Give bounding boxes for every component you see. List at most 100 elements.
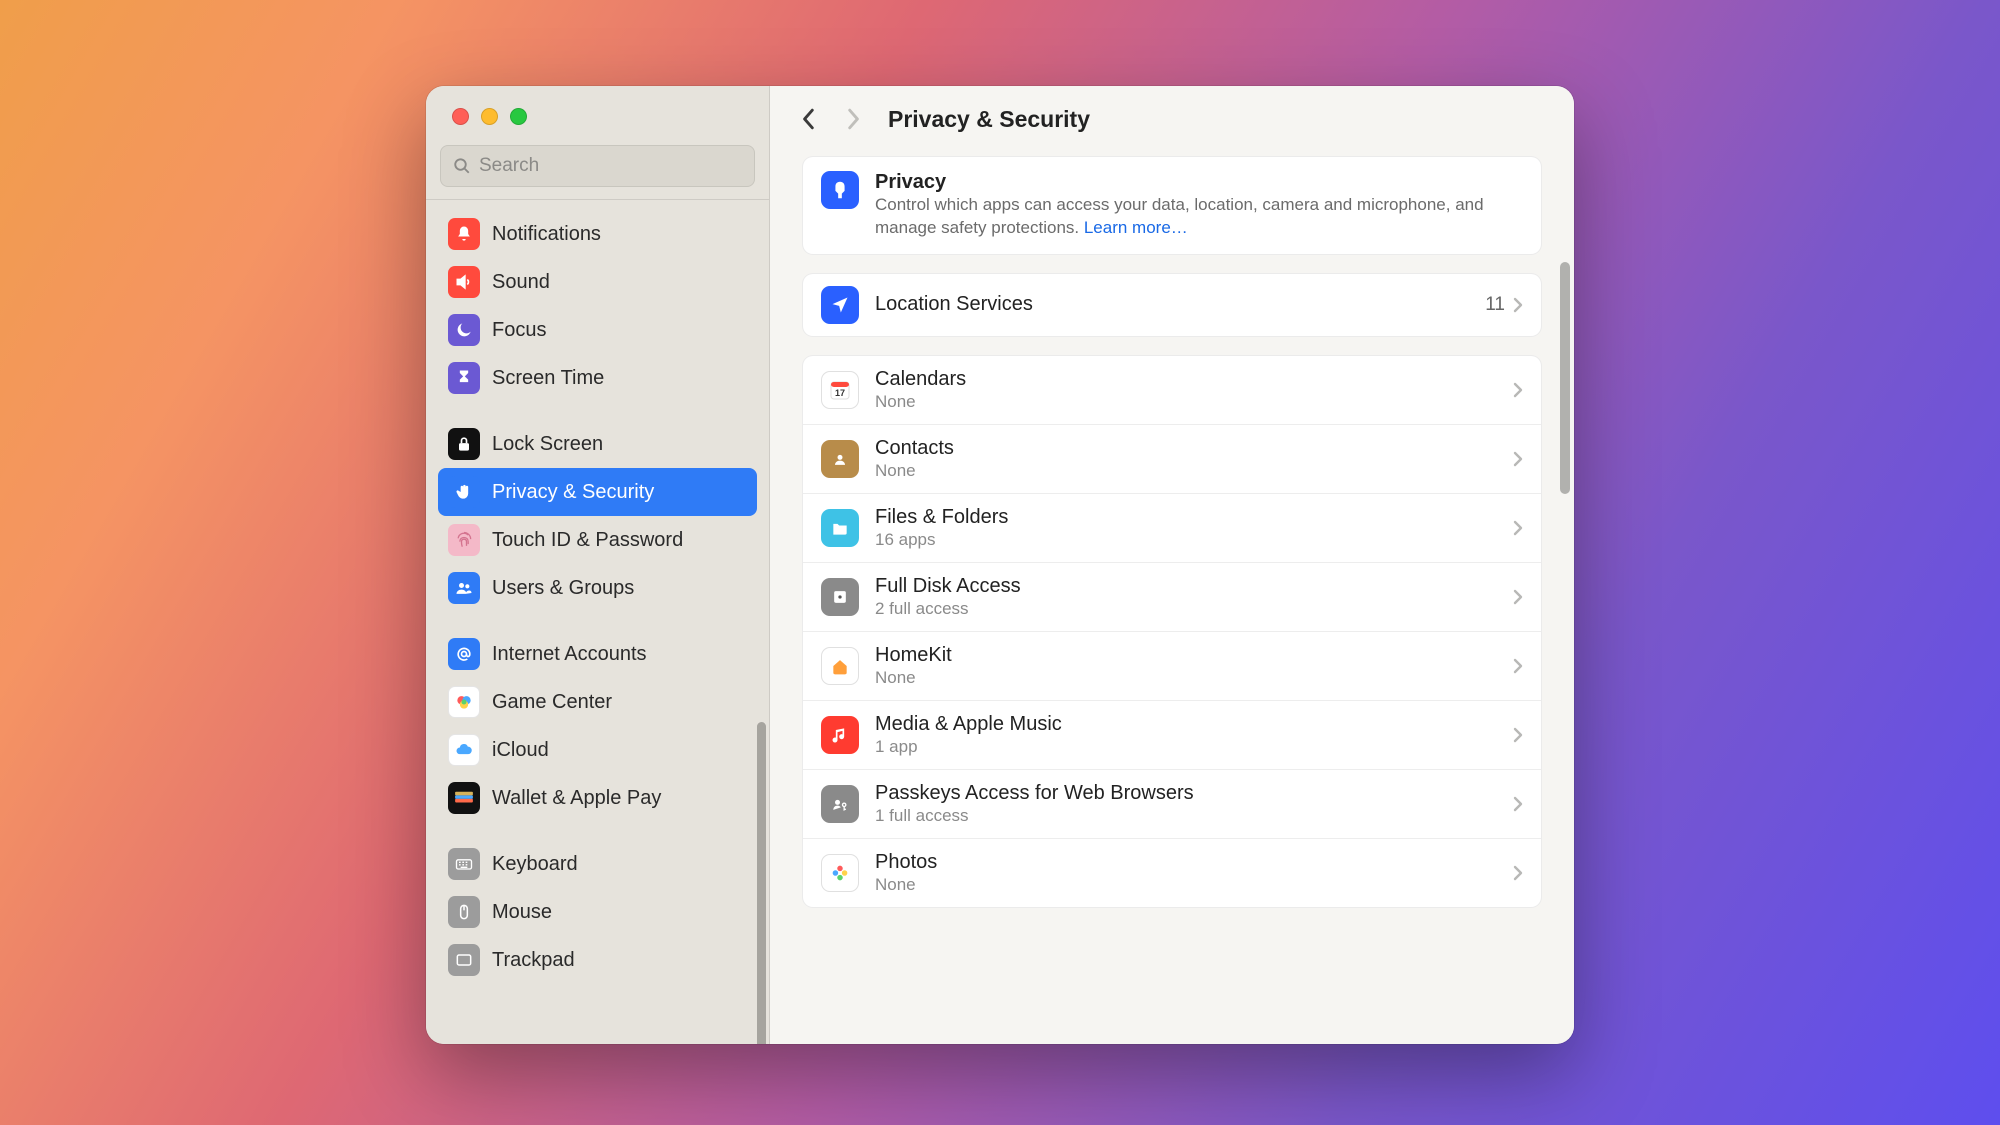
privacy-row-contacts[interactable]: ContactsNone [803,424,1541,493]
search-field[interactable] [440,145,755,187]
lock-icon [448,428,480,460]
sidebar-item-notifications[interactable]: Notifications [438,210,757,258]
privacy-row-homekit[interactable]: HomeKitNone [803,631,1541,700]
privacy-summary-desc: Control which apps can access your data,… [875,194,1523,240]
sidebar-item-screen-time[interactable]: Screen Time [438,354,757,402]
sidebar-item-lock-screen[interactable]: Lock Screen [438,420,757,468]
privacy-row-passkeys-access-for-web-browsers[interactable]: Passkeys Access for Web Browsers1 full a… [803,769,1541,838]
sidebar-item-label: Touch ID & Password [492,529,683,552]
folder-icon [821,509,859,547]
row-subtitle: 16 apps [875,530,1513,550]
row-subtitle: None [875,875,1513,895]
sidebar-item-privacy-security[interactable]: Privacy & Security [438,468,757,516]
privacy-items-card: 17CalendarsNoneContactsNoneFiles & Folde… [802,355,1542,908]
row-title: Calendars [875,368,1513,391]
row-title: HomeKit [875,644,1513,667]
sidebar-nav: Notifications Sound FocusScreen Time Lock S… [426,199,769,1044]
sidebar-item-label: Internet Accounts [492,643,647,666]
sidebar-item-mouse[interactable]: Mouse [438,888,757,936]
wallet-icon [448,782,480,814]
row-subtitle: None [875,461,1513,481]
sidebar-scrollbar[interactable] [757,722,766,1044]
cloud-icon [448,734,480,766]
mouse-icon [448,896,480,928]
location-icon [821,286,859,324]
chevron-right-icon [1513,727,1523,743]
sidebar-item-label: Privacy & Security [492,481,654,504]
sidebar-item-game-center[interactable]: Game Center [438,678,757,726]
settings-window: Notifications Sound FocusScreen Time Lock S… [426,86,1574,1044]
content-header: Privacy & Security [770,86,1574,152]
row-subtitle: None [875,392,1513,412]
calendar-icon: 17 [821,371,859,409]
chevron-right-icon [1513,520,1523,536]
users-icon [448,572,480,604]
chevron-right-icon [1513,589,1523,605]
content-body: Privacy Control which apps can access yo… [770,152,1574,1044]
search-icon [453,157,471,175]
svg-text:17: 17 [835,388,845,398]
disk-icon [821,578,859,616]
location-services-row[interactable]: Location Services 11 [803,274,1541,336]
forward-button[interactable] [838,99,868,139]
privacy-row-photos[interactable]: PhotosNone [803,838,1541,907]
sidebar-item-label: Sound [492,271,550,294]
sidebar-item-users-groups[interactable]: Users & Groups [438,564,757,612]
music-icon [821,716,859,754]
maximize-button[interactable] [510,108,527,125]
privacy-row-files-folders[interactable]: Files & Folders16 apps [803,493,1541,562]
hourglass-icon [448,362,480,394]
sidebar-item-trackpad[interactable]: Trackpad [438,936,757,984]
sidebar-item-icloud[interactable]: iCloud [438,726,757,774]
sidebar-item-label: Keyboard [492,853,578,876]
keyboard-icon [448,848,480,880]
sidebar: Notifications Sound FocusScreen Time Lock S… [426,86,770,1044]
sidebar-item-touch-id-password[interactable]: Touch ID & Password [438,516,757,564]
chevron-right-icon [1513,796,1523,812]
privacy-row-calendars[interactable]: 17 CalendarsNone [803,356,1541,424]
privacy-icon [821,171,859,209]
row-subtitle: None [875,668,1513,688]
sidebar-item-label: Trackpad [492,949,575,972]
chevron-right-icon [1513,382,1523,398]
privacy-row-full-disk-access[interactable]: Full Disk Access2 full access [803,562,1541,631]
sidebar-item-keyboard[interactable]: Keyboard [438,840,757,888]
speaker-icon [448,266,480,298]
search-input[interactable] [479,155,742,177]
privacy-summary-title: Privacy [875,171,1523,194]
chevron-right-icon [1513,297,1523,313]
passkey-icon [821,785,859,823]
content-scrollbar[interactable] [1560,262,1570,494]
row-title: Passkeys Access for Web Browsers [875,782,1513,805]
at-icon [448,638,480,670]
back-button[interactable] [794,99,824,139]
window-controls [426,86,769,125]
learn-more-link[interactable]: Learn more… [1084,218,1188,237]
row-title: Full Disk Access [875,575,1513,598]
sidebar-item-internet-accounts[interactable]: Internet Accounts [438,630,757,678]
sidebar-item-label: iCloud [492,739,549,762]
sidebar-item-sound[interactable]: Sound [438,258,757,306]
sidebar-item-focus[interactable]: Focus [438,306,757,354]
sidebar-item-wallet-apple-pay[interactable]: Wallet & Apple Pay [438,774,757,822]
sidebar-item-label: Users & Groups [492,577,634,600]
chevron-right-icon [1513,658,1523,674]
gamecenter-icon [448,686,480,718]
hand-icon [448,476,480,508]
photos-icon [821,854,859,892]
fingerprint-icon [448,524,480,556]
row-title: Files & Folders [875,506,1513,529]
minimize-button[interactable] [481,108,498,125]
privacy-row-media-apple-music[interactable]: Media & Apple Music1 app [803,700,1541,769]
sidebar-item-label: Mouse [492,901,552,924]
location-services-card: Location Services 11 [802,273,1542,337]
close-button[interactable] [452,108,469,125]
chevron-right-icon [1513,451,1523,467]
privacy-summary-card: Privacy Control which apps can access yo… [802,156,1542,255]
home-icon [821,647,859,685]
sidebar-item-label: Lock Screen [492,433,603,456]
bell-icon [448,218,480,250]
trackpad-icon [448,944,480,976]
content-pane: Privacy & Security Privacy Control which… [770,86,1574,1044]
row-value: 11 [1485,294,1505,316]
